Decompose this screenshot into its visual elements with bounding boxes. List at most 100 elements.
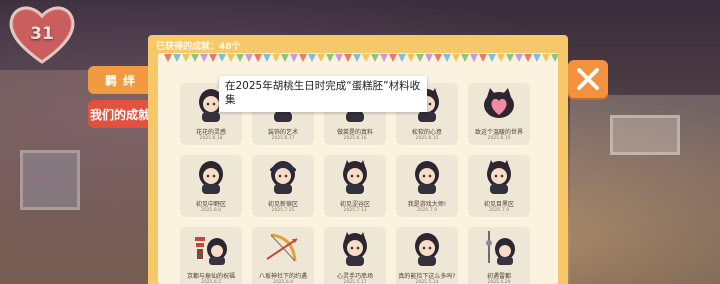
bunting-flag <box>173 54 181 62</box>
bunting-flag <box>335 54 343 62</box>
bunting-flag <box>488 54 496 62</box>
achievement-title: 心灵手巧串场 <box>336 273 373 280</box>
bunting-flag <box>452 54 460 62</box>
bunting-flag <box>200 54 208 62</box>
bunting-flag <box>272 54 280 62</box>
bunting-flag <box>497 54 505 62</box>
bunting-flag <box>236 54 244 62</box>
achievement-title: 初见新宿区 <box>267 201 298 208</box>
achievement-tooltip: 在2025年胡桃生日时完成“蛋糕胚”材料收集 <box>219 76 427 112</box>
bunting-flag <box>434 54 442 62</box>
bunting-flag <box>164 54 172 62</box>
tab-bond[interactable]: 羁绊 <box>88 66 152 94</box>
bunting-flag <box>182 54 190 62</box>
bunting-flag <box>389 54 397 62</box>
achievement-card[interactable]: 我是游戏大师! 2025.7.9 <box>396 155 458 217</box>
background-window-left <box>20 150 80 210</box>
achievement-date: 2025.8.16 <box>343 136 367 141</box>
achievement-card[interactable]: 真的能捡下这么多吗? 2025.5.14 <box>396 227 458 284</box>
achievements-count-header: 已获得的成就：48个 <box>156 42 241 52</box>
achievement-date: 2025.8.15 <box>415 136 439 141</box>
hooded-girl-icon <box>191 157 231 195</box>
achievement-card[interactable]: 初见新宿区 2025.7.25 <box>252 155 314 217</box>
achievement-card[interactable]: 初见中野区 2025.8.8 <box>180 155 242 217</box>
pagoda-girl-icon <box>191 229 231 267</box>
achievement-date: 2025.4.29 <box>487 280 511 284</box>
bunting-flag <box>344 54 352 62</box>
achievement-card[interactable]: 心灵手巧串场 2025.5.17 <box>324 227 386 284</box>
bunting-flag <box>254 54 262 62</box>
achievement-date: 2025.8.18 <box>199 136 223 141</box>
achievement-title: 致这个温暖的世界 <box>474 129 523 136</box>
achievement-title: 初遇雷都 <box>486 273 511 280</box>
cat-with-girl-icon <box>479 157 519 195</box>
achievements-panel: 已获得的成就：48个 花花的灵感 2025.8.18 装饰的艺术 2025.8.17 做… <box>148 35 568 284</box>
bunting-flag <box>353 54 361 62</box>
bunting-flag <box>263 54 271 62</box>
achievement-card[interactable]: 八坂神社下的约遇 2025.6.4 <box>252 227 314 284</box>
bunting-flag <box>317 54 325 62</box>
bunting-flag <box>443 54 451 62</box>
achievement-card[interactable]: 致这个温暖的世界 2025.8.10 <box>468 83 530 145</box>
bunting-flag <box>191 54 199 62</box>
affection-heart: 31 <box>6 2 78 66</box>
bunting-flag <box>299 54 307 62</box>
bunting-flag <box>551 54 558 62</box>
achievement-card[interactable]: 初见目黑区 2025.7.9 <box>468 155 530 217</box>
achievement-date: 2025.7.9 <box>416 208 438 213</box>
police-girl-icon <box>263 157 303 195</box>
achievement-title: 装饰的艺术 <box>267 129 298 136</box>
achievement-card[interactable]: 初遇雷都 2025.4.29 <box>468 227 530 284</box>
achievement-date: 2025.7.9 <box>488 208 510 213</box>
bunting-flag <box>542 54 550 62</box>
achievement-date: 2025.6.5 <box>200 280 222 284</box>
cat-heart-icon <box>479 85 519 123</box>
achievement-title: 初见涩谷区 <box>339 201 370 208</box>
close-button[interactable] <box>568 60 608 98</box>
bunting-flag <box>524 54 532 62</box>
bunting-flag <box>209 54 217 62</box>
bunting-flag <box>245 54 253 62</box>
achievement-title: 初见目黑区 <box>483 201 514 208</box>
bunting-flag <box>308 54 316 62</box>
achievement-date: 2025.6.4 <box>272 280 294 284</box>
achievement-title: 花花的灵感 <box>195 129 226 136</box>
bunting-flag <box>479 54 487 62</box>
cat-girl-sweater-icon <box>335 157 375 195</box>
bunting-flag <box>416 54 424 62</box>
affection-value: 31 <box>30 24 54 44</box>
close-icon <box>577 68 599 90</box>
achievement-title: 初见中野区 <box>195 201 226 208</box>
achievement-card[interactable]: 初见涩谷区 2025.7.13 <box>324 155 386 217</box>
achievement-title: 松软的心意 <box>411 129 442 136</box>
bow-arrow-icon <box>263 229 303 267</box>
achievement-date: 2025.8.10 <box>487 136 511 141</box>
bunting-flag <box>290 54 298 62</box>
bunting-flag <box>362 54 370 62</box>
bunting-flag <box>533 54 541 62</box>
achievement-date: 2025.7.25 <box>271 208 295 213</box>
achievement-title: 我是游戏大师! <box>407 201 447 208</box>
bunting-flag <box>407 54 415 62</box>
background-window-right <box>610 115 680 155</box>
girl-lying-icon <box>407 157 447 195</box>
bunting-flag <box>425 54 433 62</box>
bunting-flag <box>515 54 523 62</box>
bunting-flag <box>398 54 406 62</box>
achievement-title: 做菜是的真料 <box>336 129 373 136</box>
girl-tower-icon <box>479 229 519 267</box>
achievement-date: 2025.7.13 <box>343 208 367 213</box>
achievement-title: 真的能捡下这么多吗? <box>398 273 456 280</box>
achievement-title: 京都与振仙的祝福 <box>186 273 235 280</box>
bunting-flag <box>470 54 478 62</box>
bunting-flag <box>227 54 235 62</box>
achievement-card[interactable]: 京都与振仙的祝福 2025.6.5 <box>180 227 242 284</box>
tab-our-achievements[interactable]: 我们的成就 <box>88 100 152 128</box>
achievement-date: 2025.5.14 <box>415 280 439 284</box>
girl-face-icon <box>407 229 447 267</box>
bunting-flag <box>281 54 289 62</box>
bunting-flag <box>506 54 514 62</box>
achievement-date: 2025.5.17 <box>343 280 367 284</box>
bunting-flag <box>218 54 226 62</box>
bunting-flag <box>461 54 469 62</box>
